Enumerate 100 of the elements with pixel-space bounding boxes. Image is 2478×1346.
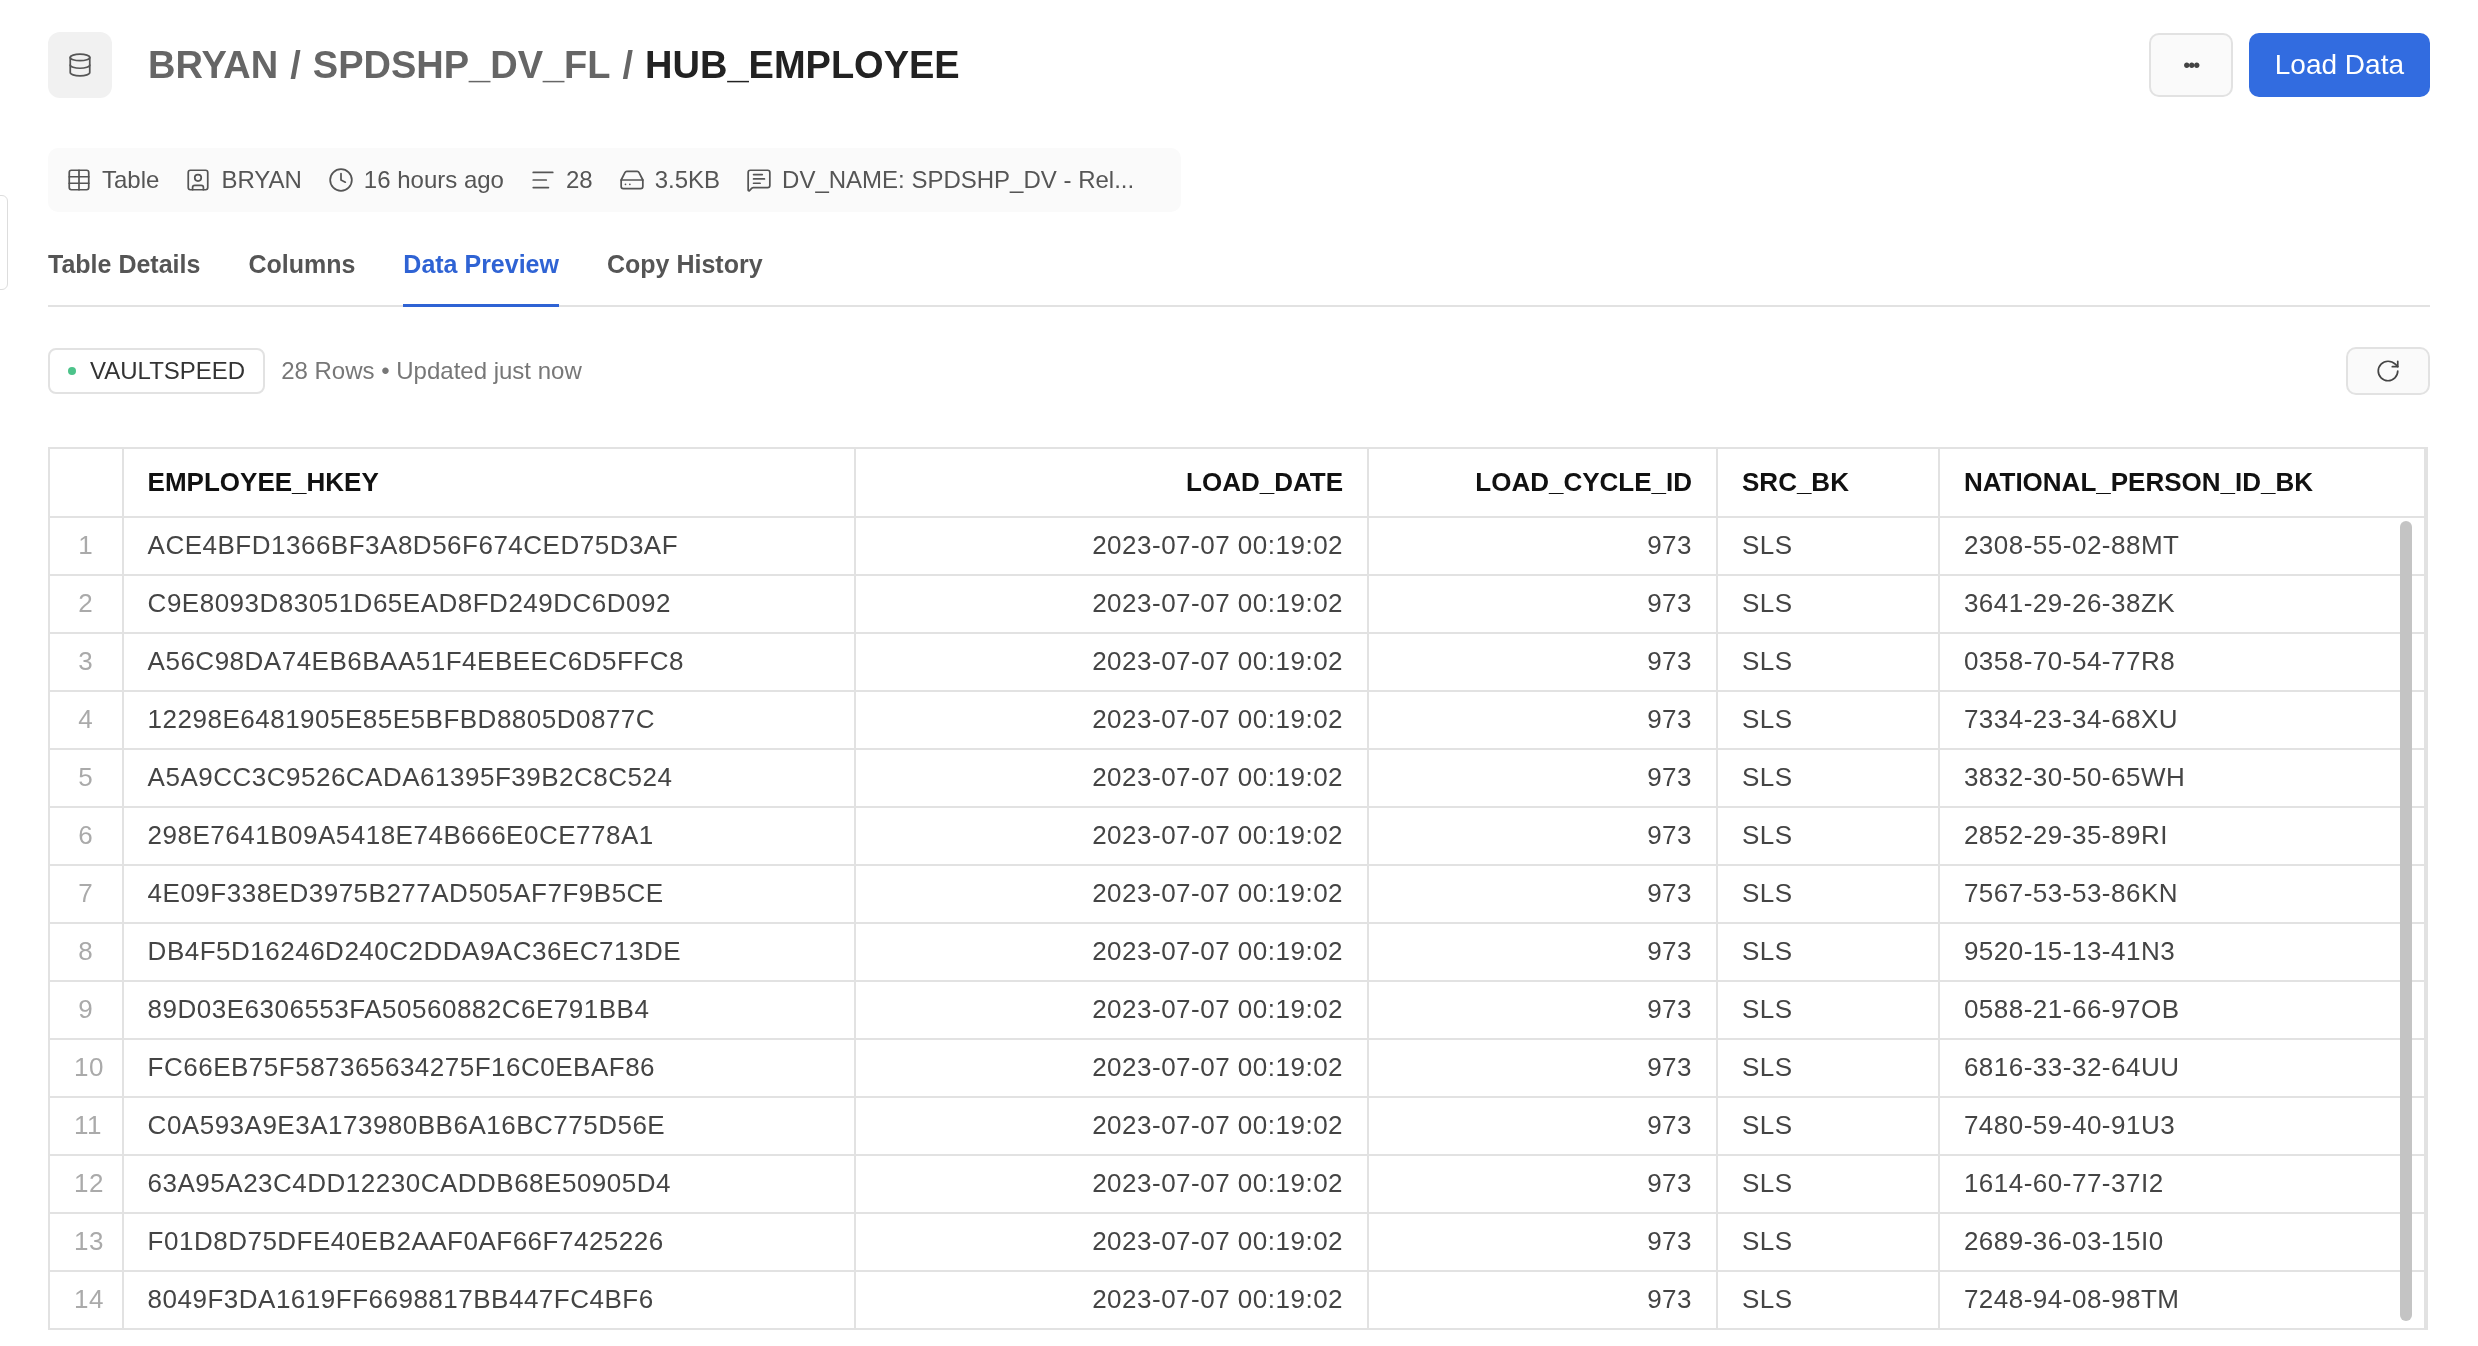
table-cell: SLS	[1717, 1038, 1939, 1097]
table-cell: 2023-07-07 00:19:02	[854, 806, 1369, 865]
meta-text: DV_NAME: SPDSHP_DV - Rel...	[782, 165, 1135, 195]
table-cell: FC66EB75F587365634275F16C0EBAF86	[122, 1038, 855, 1097]
table-cell: SLS	[1717, 1154, 1939, 1213]
table-cell: SLS	[1717, 748, 1939, 807]
column-header: EMPLOYEE_HKEY	[122, 448, 855, 517]
table-cell: DB4F5D16246D240C2DDA9AC36EC713DE	[122, 922, 855, 981]
row-number: 11	[50, 1096, 123, 1155]
table-cell: 973	[1368, 806, 1717, 865]
table-cell: 2023-07-07 00:19:02	[854, 574, 1369, 633]
table-cell: 298E7641B09A5418E74B666E0CE778A1	[122, 806, 855, 865]
load-data-button[interactable]: Load Data	[2248, 33, 2430, 97]
size-icon	[618, 167, 645, 193]
row-number: 14	[50, 1270, 123, 1329]
table-cell: 8049F3DA1619FF6698817BB447FC4BF6	[122, 1270, 855, 1329]
table-cell: F01D8D75DFE40EB2AAF0AF66F7425226	[122, 1212, 855, 1271]
column-header: SRC_BK	[1717, 448, 1939, 517]
table-cell: SLS	[1717, 516, 1939, 575]
table-cell: 973	[1368, 690, 1717, 749]
table-cell: 973	[1368, 1038, 1717, 1097]
table-cell: SLS	[1717, 574, 1939, 633]
status-text: 28 Rows • Updated just now	[281, 355, 582, 386]
table-cell: 973	[1368, 574, 1717, 633]
breadcrumb-item: HUB_EMPLOYEE	[645, 42, 960, 88]
table-cell: 2023-07-07 00:19:02	[854, 1096, 1369, 1155]
table-cell: 973	[1368, 1212, 1717, 1271]
row-number: 13	[50, 1212, 123, 1271]
column-header: NATIONAL_PERSON_ID_BK	[1938, 448, 2425, 517]
table-cell: 12298E6481905E85E5BFBD8805D0877C	[122, 690, 855, 749]
column-header: LOAD_DATE	[854, 448, 1369, 517]
table-cell: C0A593A9E3A173980BB6A16BC775D56E	[122, 1096, 855, 1155]
table-cell: 973	[1368, 922, 1717, 981]
meta-text: 28	[565, 165, 593, 195]
row-number: 6	[50, 806, 123, 865]
table-cell: 2023-07-07 00:19:02	[854, 632, 1369, 691]
table-cell: A5A9CC3C9526CADA61395F39B2C8C524	[122, 748, 855, 807]
table-cell: SLS	[1717, 1096, 1939, 1155]
more-button[interactable]: •••	[2148, 33, 2233, 97]
row-number: 1	[50, 516, 123, 575]
comment-icon	[746, 167, 773, 193]
table-cell: SLS	[1717, 1270, 1939, 1329]
meta-text: BRYAN	[221, 165, 302, 195]
table-cell: 973	[1368, 1154, 1717, 1213]
table-cell: 973	[1368, 748, 1717, 807]
table-cell: 2023-07-07 00:19:02	[854, 1154, 1369, 1213]
column-header: LOAD_CYCLE_ID	[1368, 448, 1717, 517]
table-cell: 2023-07-07 00:19:02	[854, 1038, 1369, 1097]
table-cell: 2023-07-07 00:19:02	[854, 1212, 1369, 1271]
table-cell: 973	[1368, 1270, 1717, 1329]
table-cell: 2023-07-07 00:19:02	[854, 1270, 1369, 1329]
row-number: 2	[50, 574, 123, 633]
owner-icon	[185, 167, 212, 193]
table-cell: 89D03E6306553FA50560882C6E791BB4	[122, 980, 855, 1039]
table-cell: 973	[1368, 632, 1717, 691]
breadcrumb-separator: /	[290, 42, 301, 88]
table-cell: 2023-07-07 00:19:02	[854, 690, 1369, 749]
table-cell: 2023-07-07 00:19:02	[854, 864, 1369, 923]
breadcrumb-item[interactable]: BRYAN	[148, 36, 279, 94]
meta-text: 3.5KB	[654, 165, 721, 195]
table-cell: 2023-07-07 00:19:02	[854, 922, 1369, 981]
table-cell: 973	[1368, 864, 1717, 923]
table-cell: A56C98DA74EB6BAA51F4EBEEC6D5FFC8	[122, 632, 855, 691]
table-cell: SLS	[1717, 980, 1939, 1039]
table-cell: 973	[1368, 516, 1717, 575]
table-cell: ACE4BFD1366BF3A8D56F674CED75D3AF	[122, 516, 855, 575]
table-cell: SLS	[1717, 922, 1939, 981]
tab[interactable]: Columns	[248, 246, 356, 307]
row-number: 8	[50, 922, 123, 981]
table-icon	[66, 167, 92, 193]
table-cell: SLS	[1717, 864, 1939, 923]
tab[interactable]: Copy History	[606, 246, 763, 307]
row-number: 7	[50, 864, 123, 923]
row-number: 5	[50, 748, 123, 807]
table-cell: SLS	[1717, 690, 1939, 749]
scrollbar-thumb[interactable]	[2400, 520, 2412, 1321]
table-cell: 973	[1368, 980, 1717, 1039]
row-number: 4	[50, 690, 123, 749]
row-number: 9	[50, 980, 123, 1039]
row-number: 12	[50, 1154, 123, 1213]
row-number: 3	[50, 632, 123, 691]
refresh-icon	[2375, 357, 2401, 384]
table-cell: 2023-07-07 00:19:02	[854, 980, 1369, 1039]
table-cell: 63A95A23C4DD12230CADDB68E50905D4	[122, 1154, 855, 1213]
table-cell: SLS	[1717, 806, 1939, 865]
refresh-button[interactable]	[2346, 346, 2430, 395]
time-icon	[327, 167, 354, 193]
meta-text: Table	[102, 165, 160, 195]
table-cell: 2023-07-07 00:19:02	[854, 516, 1369, 575]
tab[interactable]: Data Preview	[403, 246, 559, 307]
table-cell: SLS	[1717, 1212, 1939, 1271]
table-cell: SLS	[1717, 632, 1939, 691]
breadcrumb-item[interactable]: SPDSHP_DV_FL	[312, 36, 611, 94]
table-cell: 2023-07-07 00:19:02	[854, 748, 1369, 807]
meta-text: 16 hours ago	[363, 165, 504, 195]
table-cell: 973	[1368, 1096, 1717, 1155]
table-cell: C9E8093D83051D65EAD8FD249DC6D092	[122, 574, 855, 633]
breadcrumb-separator: /	[622, 42, 634, 88]
source-label: VAULTSPEED	[90, 355, 246, 386]
tab[interactable]: Table Details	[48, 246, 201, 307]
